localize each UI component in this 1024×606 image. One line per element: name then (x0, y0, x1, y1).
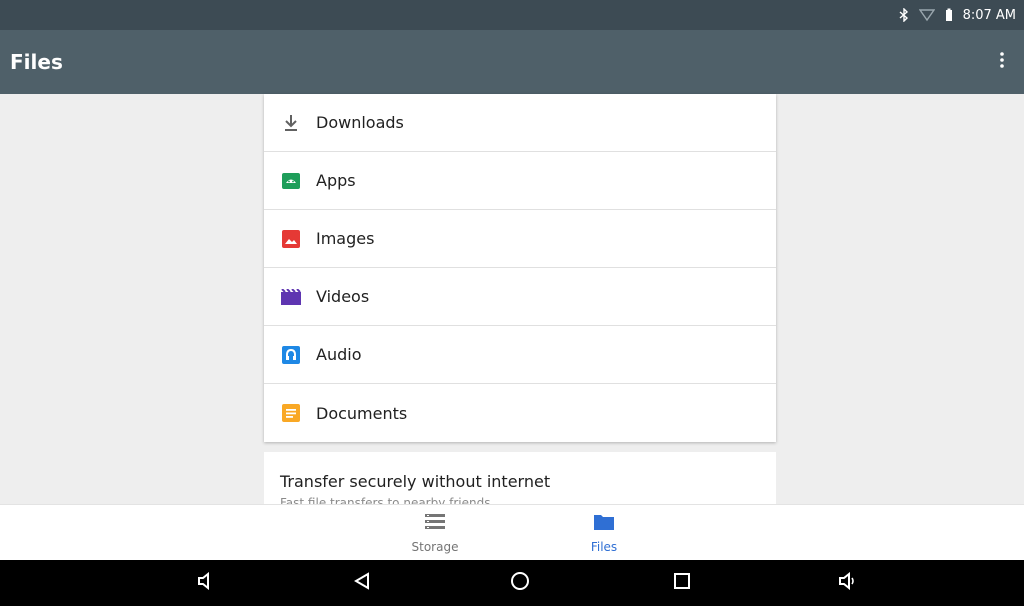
battery-icon (945, 8, 953, 22)
back-button[interactable] (350, 571, 374, 595)
more-vert-icon (1000, 51, 1004, 73)
bluetooth-icon (899, 8, 909, 22)
promo-subtitle: Fast file transfers to nearby friends (280, 496, 491, 504)
storage-icon (424, 513, 446, 536)
volume-down-icon (197, 571, 213, 595)
nav-files[interactable]: Files (564, 513, 644, 554)
video-icon (280, 286, 302, 308)
category-label: Apps (316, 171, 356, 190)
recents-button[interactable] (670, 572, 694, 594)
category-images[interactable]: Images (264, 210, 776, 268)
document-icon (280, 402, 302, 424)
image-icon (280, 228, 302, 250)
category-documents[interactable]: Documents (264, 384, 776, 442)
nav-storage[interactable]: Storage (395, 513, 475, 554)
transfer-promo-card[interactable]: Transfer securely without internet Fast … (264, 452, 776, 504)
system-nav-bar (0, 560, 1024, 606)
category-videos[interactable]: Videos (264, 268, 776, 326)
category-apps[interactable]: Apps (264, 152, 776, 210)
categories-card: Downloads Apps Images Videos Audio Docum… (264, 94, 776, 442)
category-label: Audio (316, 345, 362, 364)
status-time: 8:07 AM (962, 7, 1016, 23)
wifi-icon (918, 8, 935, 22)
status-bar: 8:07 AM (0, 0, 1024, 30)
volume-down-button[interactable] (193, 571, 217, 595)
app-title: Files (10, 50, 63, 74)
more-options-button[interactable] (992, 50, 1012, 74)
home-button[interactable] (508, 571, 532, 596)
category-audio[interactable]: Audio (264, 326, 776, 384)
nav-label: Storage (411, 540, 459, 554)
app-bar: Files (0, 30, 1024, 94)
volume-up-button[interactable] (836, 571, 860, 595)
category-downloads[interactable]: Downloads (264, 94, 776, 152)
category-label: Downloads (316, 113, 404, 132)
volume-up-icon (838, 571, 858, 595)
bottom-navigation: Storage Files (0, 504, 1024, 560)
android-icon (280, 170, 302, 192)
headphones-icon (280, 344, 302, 366)
nav-label: Files (590, 540, 618, 554)
home-icon (510, 571, 530, 596)
category-label: Videos (316, 287, 370, 306)
back-icon (353, 571, 371, 595)
folder-icon (593, 513, 615, 536)
category-label: Images (316, 229, 375, 248)
promo-title: Transfer securely without internet (280, 472, 551, 491)
download-icon (280, 112, 302, 134)
category-label: Documents (316, 403, 408, 423)
recents-icon (673, 572, 691, 595)
